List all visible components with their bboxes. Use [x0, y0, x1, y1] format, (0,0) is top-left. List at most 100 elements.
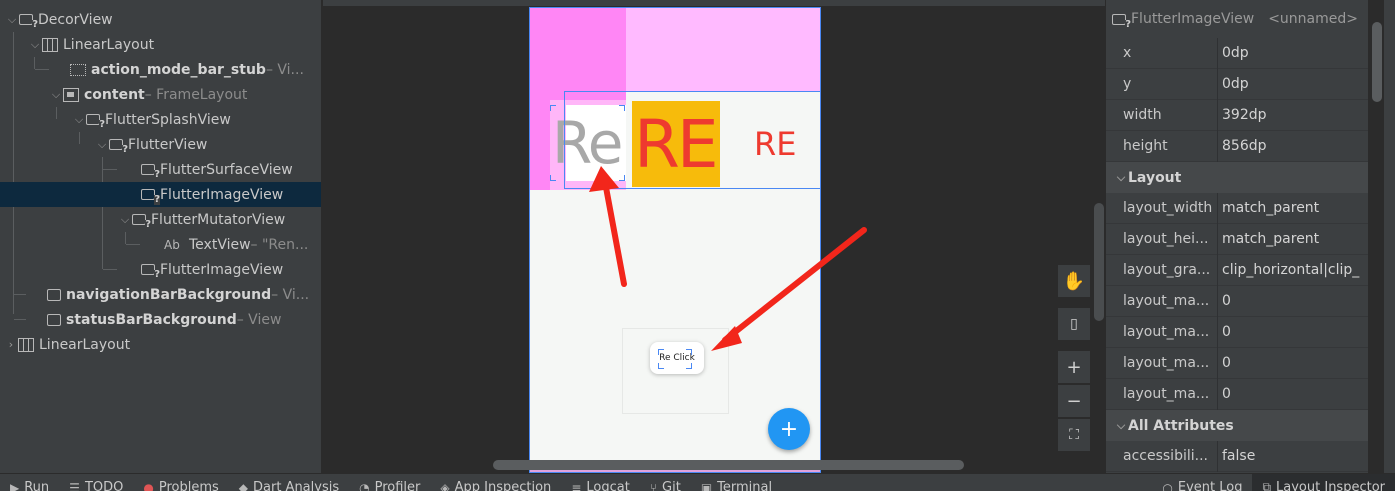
tree-node-navigationbarbackground[interactable]: navigationBarBackground – Vi...	[0, 282, 321, 307]
chevron-down-icon[interactable]: ⌵	[1114, 419, 1128, 433]
tree-node-flutterimageview[interactable]: FlutterImageView	[0, 257, 321, 282]
layout-section-header[interactable]: ⌵ Layout	[1106, 162, 1368, 193]
chevron-down-icon[interactable]: ⌵	[49, 88, 63, 102]
tab-label: Problems	[158, 480, 219, 491]
selection-corner	[619, 175, 625, 181]
linear-layout-icon	[18, 337, 34, 352]
attribute-row[interactable]: y 0dp	[1106, 68, 1368, 100]
attribute-key: layout_ma...	[1123, 324, 1210, 340]
tree-node-label: FlutterImageView	[160, 186, 284, 203]
chevron-down-icon[interactable]: ⌵	[95, 138, 109, 152]
tab-label: App Inspection	[454, 480, 552, 491]
tree-node-linearlayout-collapsed[interactable]: › LinearLayout	[0, 332, 321, 357]
view-unknown-icon	[19, 14, 38, 30]
tree-node-label: LinearLayout	[39, 336, 131, 353]
fit-screen-icon[interactable]: ⛶	[1057, 418, 1091, 452]
toggle-3d-icon[interactable]: ▯	[1057, 307, 1091, 341]
zoom-out-icon[interactable]: −	[1057, 384, 1091, 418]
chevron-down-icon[interactable]: ⌵	[5, 13, 19, 27]
chevron-down-icon[interactable]: ⌵	[28, 38, 42, 52]
linear-layout-icon	[42, 37, 58, 52]
section-title: Layout	[1128, 169, 1182, 186]
tab-label: TODO	[84, 480, 124, 491]
tree-node-fluttersurfaceview[interactable]: FlutterSurfaceView	[0, 157, 321, 182]
attribute-row[interactable]: layout_width match_parent	[1106, 192, 1368, 224]
attribute-row[interactable]: accessibili... false	[1106, 440, 1368, 472]
pan-hand-icon[interactable]: ✋	[1057, 264, 1091, 298]
bottom-tool-bar: ▶ Run ☰ TODO ● Problems ◆ Dart Analysis ◔ Pro…	[0, 473, 1395, 491]
attribute-row[interactable]: layout_ma... 0	[1106, 316, 1368, 348]
attribute-value: 0	[1217, 347, 1368, 379]
selection-outline	[564, 91, 820, 189]
tab-event-log[interactable]: ○ Event Log	[1152, 474, 1252, 491]
tab-problems[interactable]: ● Problems	[133, 474, 228, 491]
view-unknown-icon	[141, 189, 160, 205]
attribute-key: layout_ma...	[1123, 386, 1210, 402]
app-inspection-icon: ◈	[440, 480, 450, 491]
floating-add-button[interactable]: +	[768, 408, 810, 450]
attribute-row[interactable]: x 0dp	[1106, 37, 1368, 69]
tree-node-textview[interactable]: Ab TextView – "Ren...	[0, 232, 321, 257]
tree-node-action-mode-bar-stub[interactable]: action_mode_bar_stub – Vi...	[0, 57, 321, 82]
attribute-key: accessibili...	[1123, 448, 1208, 464]
attribute-row[interactable]: layout_ma... 0	[1106, 347, 1368, 379]
horizontal-scrollbar[interactable]	[493, 460, 964, 470]
all-attributes-section-header[interactable]: ⌵ All Attributes	[1106, 410, 1368, 441]
tab-label: Terminal	[717, 480, 773, 491]
attribute-value: false	[1217, 440, 1368, 472]
view-icon	[47, 288, 61, 301]
tab-git[interactable]: ⑂ Git	[640, 474, 691, 491]
attribute-value: 0dp	[1217, 68, 1368, 100]
attribute-row[interactable]: layout_gra... clip_horizontal|clip_	[1106, 254, 1368, 286]
device-preview[interactable]: Re RE RE Re Click +	[529, 7, 821, 473]
tab-todo[interactable]: ☰ TODO	[59, 474, 133, 491]
attribute-row[interactable]: layout_hei... match_parent	[1106, 223, 1368, 255]
chevron-down-icon[interactable]: ⌵	[72, 113, 86, 127]
attributes-scrollbar[interactable]	[1372, 22, 1382, 102]
chevron-right-icon[interactable]: ›	[4, 338, 18, 351]
tree-node-content[interactable]: ⌵ content – FrameLayout	[0, 82, 321, 107]
attribute-key: layout_ma...	[1123, 355, 1210, 371]
tree-node-statusbarbackground[interactable]: statusBarBackground – View	[0, 307, 321, 332]
tree-node-flutterimageview-selected[interactable]: FlutterImageView	[0, 182, 321, 207]
attribute-value: 392dp	[1217, 99, 1368, 131]
attribute-row[interactable]: width 392dp	[1106, 99, 1368, 131]
tree-node-fluttersplashview[interactable]: ⌵ FlutterSplashView	[0, 107, 321, 132]
tree-node-type: – Vi...	[265, 61, 304, 78]
attribute-key: height	[1123, 138, 1168, 154]
overlay-light-pink-region	[626, 8, 820, 91]
tree-node-label: FlutterImageView	[160, 261, 284, 278]
tree-node-type: – View	[236, 311, 282, 328]
tab-logcat[interactable]: ≡ Logcat	[561, 474, 640, 491]
tree-node-linearlayout[interactable]: ⌵ LinearLayout	[0, 32, 321, 57]
attribute-key: y	[1123, 76, 1132, 92]
chevron-down-icon[interactable]: ⌵	[118, 213, 132, 227]
chevron-down-icon[interactable]: ⌵	[1114, 171, 1128, 185]
tab-terminal[interactable]: ▣ Terminal	[691, 474, 782, 491]
tree-node-flutterview[interactable]: ⌵ FlutterView	[0, 132, 321, 157]
run-icon: ▶	[10, 480, 20, 491]
tab-app-inspection[interactable]: ◈ App Inspection	[430, 474, 561, 491]
re-click-button[interactable]: Re Click	[650, 342, 704, 374]
attribute-value: match_parent	[1217, 223, 1368, 255]
attribute-value: 0	[1217, 285, 1368, 317]
tree-node-label: FlutterSurfaceView	[160, 161, 293, 178]
tree-node-label: FlutterView	[128, 136, 208, 153]
vertical-scrollbar[interactable]	[1094, 203, 1104, 321]
selected-view-name: FlutterImageView	[1131, 11, 1255, 27]
attribute-row[interactable]: height 856dp	[1106, 130, 1368, 162]
tree-node-label: FlutterSplashView	[105, 111, 231, 128]
tree-node-label: LinearLayout	[63, 36, 155, 53]
tree-node-decorview[interactable]: ⌵ DecorView	[0, 7, 321, 32]
attribute-key: layout_hei...	[1123, 231, 1209, 247]
attribute-row[interactable]: layout_ma... 0	[1106, 285, 1368, 317]
tab-run[interactable]: ▶ Run	[0, 474, 59, 491]
tab-layout-inspector[interactable]: ⧉ Layout Inspector	[1252, 474, 1395, 491]
tab-profiler[interactable]: ◔ Profiler	[349, 474, 430, 491]
zoom-in-icon[interactable]: +	[1057, 350, 1091, 384]
selection-corner	[619, 105, 625, 111]
tree-node-fluttermutatorview[interactable]: ⌵ FlutterMutatorView	[0, 207, 321, 232]
attribute-row[interactable]: layout_ma... 0	[1106, 378, 1368, 410]
tab-dart-analysis[interactable]: ◆ Dart Analysis	[229, 474, 349, 491]
terminal-icon: ▣	[700, 480, 713, 491]
